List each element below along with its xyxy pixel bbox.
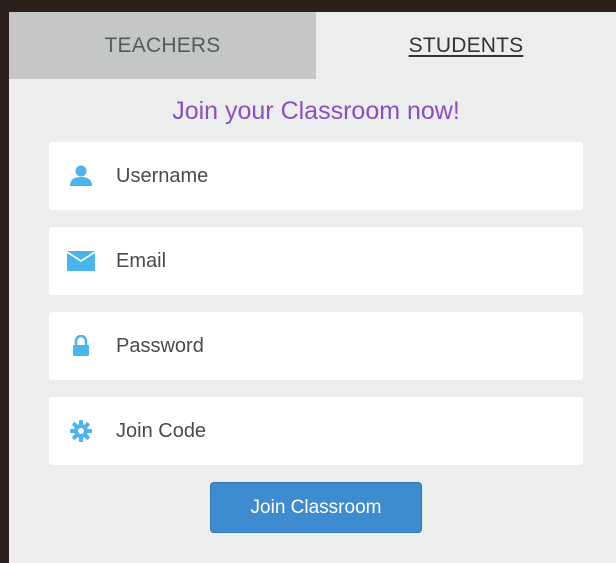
email-field[interactable] [49, 227, 583, 295]
tab-students[interactable]: STUDENTS [316, 12, 616, 79]
join-classroom-button[interactable]: Join Classroom [210, 482, 422, 533]
tab-teachers[interactable]: TEACHERS [9, 12, 316, 79]
password-field[interactable] [49, 312, 583, 380]
envelope-icon [67, 247, 95, 275]
username-field[interactable] [49, 142, 583, 210]
join-panel: TEACHERS STUDENTS Join your Classroom no… [9, 12, 616, 563]
gear-icon [67, 417, 95, 445]
page-title: Join your Classroom now! [172, 97, 460, 125]
lock-icon [67, 332, 95, 360]
username-input[interactable] [116, 164, 556, 188]
password-input[interactable] [116, 334, 556, 358]
user-icon [67, 162, 95, 190]
window-background: TEACHERS STUDENTS Join your Classroom no… [0, 0, 616, 563]
join-code-input[interactable] [116, 419, 556, 443]
tab-bar: TEACHERS STUDENTS [9, 12, 616, 79]
email-input[interactable] [116, 249, 556, 273]
join-code-field[interactable] [49, 397, 583, 465]
